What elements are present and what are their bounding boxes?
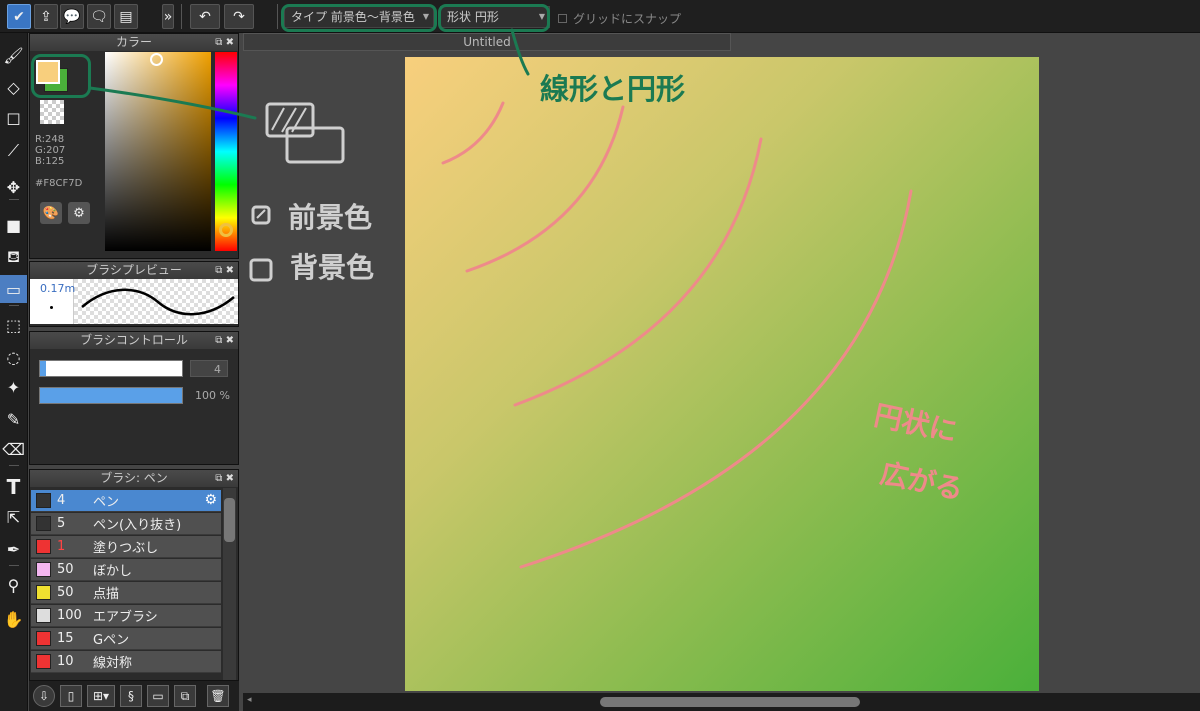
annotation-shape-note: 線形と円形 <box>540 72 686 106</box>
pointer-line-shape <box>510 28 530 76</box>
annot-bg-checkbox-icon <box>249 258 273 282</box>
foreground-color-swatch[interactable] <box>36 60 60 84</box>
app-window: ✔ ⇪ 💬 🗨 ▤ » ↶ ↷ タイプ 前景色〜背景色 ▼ 形状 円形 ▼ グリ… <box>0 0 1200 711</box>
pointer-line-swatch <box>88 86 257 120</box>
annotation-fg-label: 前景色 <box>288 201 373 234</box>
annotation-bg-label: 背景色 <box>290 251 375 284</box>
